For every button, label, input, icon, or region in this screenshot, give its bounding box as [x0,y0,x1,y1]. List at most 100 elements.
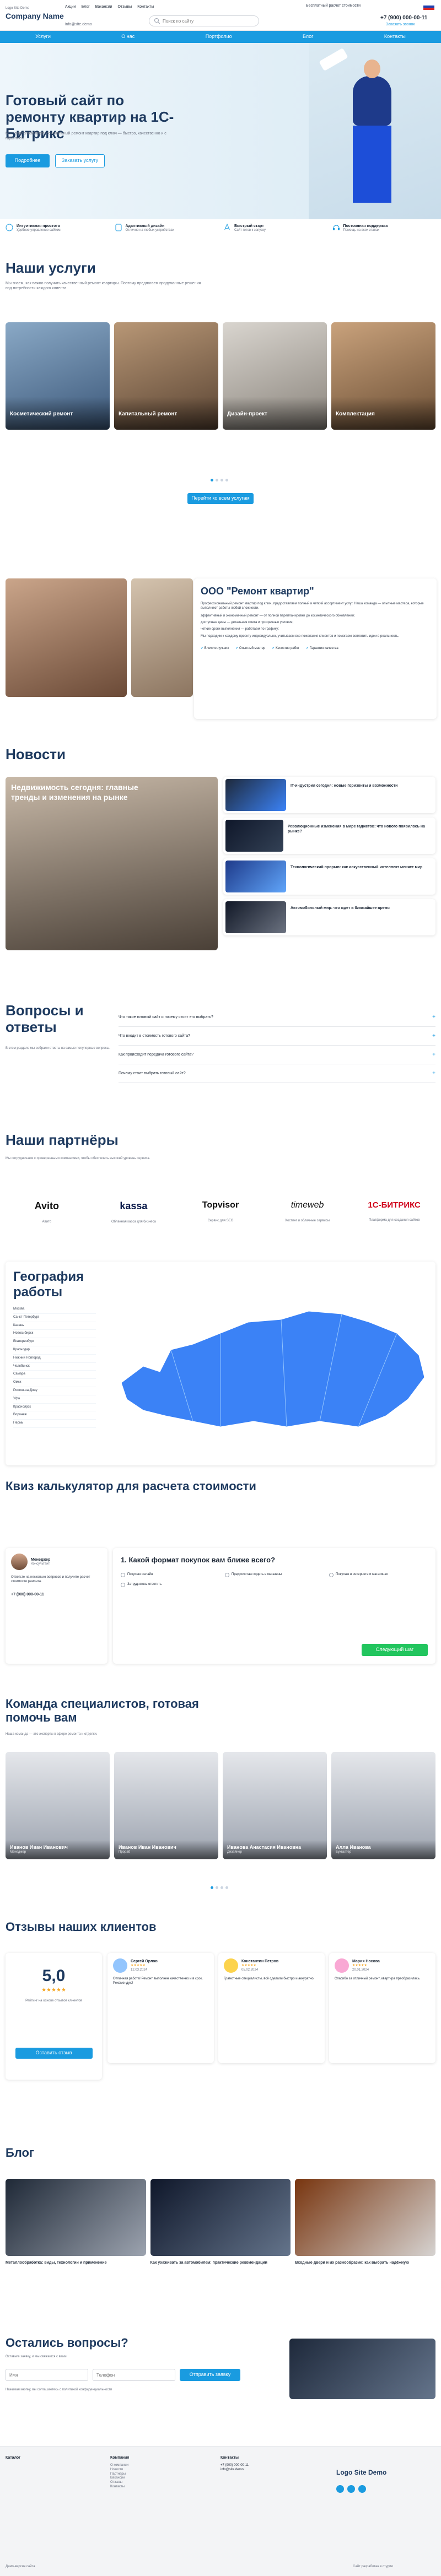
review-card[interactable]: Константин Петров ★★★★★ 05.02.2024 Грамотны… [218,1953,325,2063]
pager-dot[interactable] [220,479,223,481]
footer-link[interactable]: Контакты [110,2485,129,2490]
partner-card[interactable]: kassa Облачная касса для бизнеса [93,1190,175,1242]
main-nav-item[interactable]: Контакты [384,34,406,40]
footer-logo[interactable]: Logo Site Demo [336,2469,386,2477]
top-nav-item[interactable]: Контакты [137,4,154,9]
quiz-next-button[interactable]: Следующий шаг [362,1644,428,1656]
team-card[interactable]: Алла Иванова Бухгалтер [331,1752,435,1859]
partner-card[interactable]: timeweb Хостинг и облачные сервисы [266,1190,349,1242]
search-input[interactable] [163,18,251,24]
radio-icon[interactable] [225,1572,229,1577]
telegram-icon[interactable] [347,2485,355,2493]
top-nav-item[interactable]: Вакансии [95,4,112,9]
map-shape[interactable] [121,1311,425,1427]
plus-icon[interactable]: + [432,1014,435,1021]
geo-city[interactable]: Краснодар [13,1346,96,1355]
partner-card[interactable]: Topvisor Сервис для SEO [179,1190,262,1242]
quiz-option[interactable]: Предпочитаю ходить в магазины [225,1572,324,1577]
geo-city[interactable]: Новосибирск [13,1330,96,1339]
news-main-card[interactable]: Недвижимость сегодня: главные тренды и и… [6,777,218,950]
service-card[interactable]: Косметический ремонт [6,322,110,430]
geo-city[interactable]: Екатеринбург [13,1338,96,1346]
faq-item[interactable]: Что входит в стоимость готового сайта? + [119,1027,435,1046]
submit-button[interactable]: Отправить заявку [180,2369,240,2381]
news-item[interactable]: Автомобильный мир: что ждет в ближайшее … [223,899,435,935]
geo-city[interactable]: Воронеж [13,1411,96,1420]
footer-catalog-title[interactable]: Каталог [6,2455,20,2460]
footer-link[interactable]: Вакансии [110,2476,129,2481]
geo-city[interactable]: Санкт-Петербург [13,1314,96,1322]
team-card[interactable]: Иванова Анастасия Ивановна Дизайнер [223,1752,327,1859]
service-card[interactable]: Комплектация [331,322,435,430]
geo-city[interactable]: Челябинск [13,1363,96,1371]
geo-city[interactable]: Красноярск [13,1404,96,1412]
geo-city[interactable]: Омск [13,1379,96,1387]
blog-card[interactable]: Как ухаживать за автомобилем: практическ… [150,2179,291,2289]
pager-dot[interactable] [216,479,218,481]
team-card[interactable]: Иванов Иван Иванович Прораб [114,1752,218,1859]
news-item[interactable]: Революционные изменения в мире гаджетов:… [223,818,435,854]
blog-card[interactable]: Металлообработка: виды, технологии и при… [6,2179,146,2289]
main-nav-item[interactable]: О нас [121,34,135,40]
flag-icon[interactable] [423,3,434,10]
quiz-phone[interactable]: +7 (900) 000-00-11 [11,1592,102,1597]
top-nav-item[interactable]: Отзывы [118,4,132,9]
pager-dot[interactable] [225,479,228,481]
whatsapp-icon[interactable] [358,2485,366,2493]
geo-city[interactable]: Казань [13,1322,96,1330]
logo[interactable]: Logo Site Demo Company Name [6,7,64,21]
footer-link[interactable]: Новости [110,2468,129,2472]
plus-icon[interactable]: + [432,1032,435,1040]
pager-dot[interactable] [211,479,213,481]
all-services-button[interactable]: Перейти ко всем услугам [187,493,254,504]
pager-dot[interactable] [216,1886,218,1889]
faq-item[interactable]: Что такое готовый сайт и почему стоит ег… [119,1008,435,1027]
news-item[interactable]: IT-индустрия сегодня: новые горизонты и … [223,777,435,813]
footer-link[interactable]: Партнеры [110,2472,129,2477]
review-card[interactable]: Мария Носова ★★★★★ 20.01.2024 Спасибо за от… [329,1953,435,2063]
vk-icon[interactable] [336,2485,344,2493]
radio-icon[interactable] [329,1572,334,1577]
news-item[interactable]: Технологический прорыв: как искусственны… [223,858,435,895]
geo-city[interactable]: Нижний Новгород [13,1355,96,1363]
pager-dot[interactable] [220,1886,223,1889]
geo-city[interactable]: Пермь [13,1420,96,1428]
footer-email[interactable]: info@site.demo [220,2468,249,2472]
callback-link[interactable]: Заказать звонок [386,22,415,27]
geo-city[interactable]: Москва [13,1306,96,1314]
review-card[interactable]: Сергей Орлов ★★★★★ 12.03.2024 Отличная рабо… [107,1953,214,2063]
main-nav-item[interactable]: Портфолио [206,34,232,40]
top-phone[interactable]: +7 (900) 000-00-11 [380,14,427,21]
team-card[interactable]: Иванов Иван Иванович Менеджер [6,1752,110,1859]
main-nav-item[interactable]: Услуги [35,34,51,40]
service-card[interactable]: Дизайн-проект [223,322,327,430]
footer-link[interactable]: Отзывы [110,2481,129,2485]
top-email[interactable]: info@site.demo [65,22,92,27]
quiz-option[interactable]: Покупаю в интернете и магазинах [329,1572,428,1577]
pager-dot[interactable] [211,1886,213,1889]
plus-icon[interactable]: + [432,1051,435,1058]
radio-icon[interactable] [121,1582,125,1587]
quiz-option[interactable]: Затрудняюсь ответить [121,1582,219,1587]
plus-icon[interactable]: + [432,1070,435,1077]
top-nav-item[interactable]: Блог [82,4,90,9]
leave-review-button[interactable]: Оставить отзыв [15,2047,93,2059]
service-card[interactable]: Капитальный ремонт [114,322,218,430]
footer-phone[interactable]: +7 (900) 000-00-11 [220,2464,249,2468]
hero-order-button[interactable]: Заказать услугу [55,154,105,167]
geo-city[interactable]: Самара [13,1371,96,1379]
footer-link[interactable]: О компании [110,2464,129,2468]
partner-card[interactable]: Avito Авито [6,1190,88,1242]
main-nav-item[interactable]: Блог [303,34,313,40]
radio-icon[interactable] [121,1572,125,1577]
blog-card[interactable]: Входные двери и их разнообразие: как выб… [295,2179,436,2289]
faq-item[interactable]: Как происходит передача готового сайта? + [119,1046,435,1064]
quiz-option[interactable]: Покупаю онлайн [121,1572,219,1577]
geo-city[interactable]: Уфа [13,1395,96,1404]
faq-item[interactable]: Почему стоит выбрать готовый сайт? + [119,1064,435,1083]
hero-more-button[interactable]: Подробнее [6,154,50,167]
partner-card[interactable]: 1С-БИТРИКС Платформа для создания сайтов [353,1190,435,1242]
geo-city[interactable]: Ростов-на-Дону [13,1387,96,1395]
pager-dot[interactable] [225,1886,228,1889]
top-nav-item[interactable]: Акции [65,4,76,9]
